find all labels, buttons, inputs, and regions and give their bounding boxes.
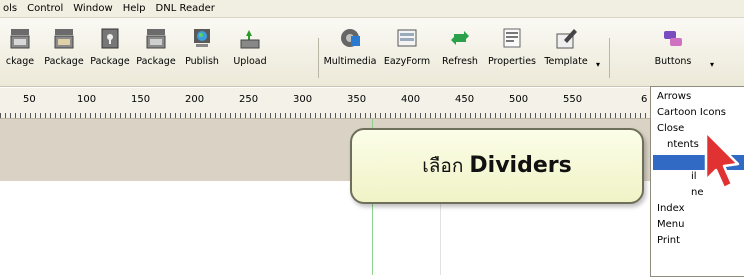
package-label: Package [136, 56, 176, 67]
upload-label: Upload [233, 56, 267, 67]
menu-item-index[interactable]: Index [657, 203, 685, 214]
package-button-2[interactable]: Package [44, 24, 84, 84]
ruler-label: 300 [293, 94, 313, 105]
menu-item-menu[interactable]: Menu [657, 219, 684, 230]
template-button[interactable]: Template [540, 24, 592, 84]
package-label: Package [44, 56, 84, 67]
package-button-4[interactable]: Package [136, 24, 176, 84]
properties-icon [500, 26, 524, 50]
menu-item-contents[interactable]: ntents [667, 139, 699, 150]
ruler-label: 250 [239, 94, 259, 105]
menu-dnl-reader[interactable]: DNL Reader [151, 0, 220, 17]
ruler-label: 450 [455, 94, 475, 105]
callout-bold-word: Dividers [469, 153, 572, 178]
publish-button[interactable]: Publish [180, 24, 224, 84]
refresh-icon [448, 26, 472, 50]
properties-label: Properties [487, 56, 536, 67]
menu-item-cartoon-icons[interactable]: Cartoon Icons [657, 107, 726, 118]
menu-item-close[interactable]: Close [657, 123, 684, 134]
callout-text: เลือก Dividers [422, 151, 571, 181]
toolbar-separator [318, 38, 319, 78]
upload-icon [238, 26, 262, 50]
ruler-label: 350 [347, 94, 367, 105]
menu-tools[interactable]: ols [0, 0, 22, 17]
package-label: ckage [5, 56, 35, 67]
template-label: Template [544, 56, 588, 67]
ruler-label: 400 [401, 94, 421, 105]
ruler-label: 500 [509, 94, 529, 105]
toolbar-separator [609, 38, 610, 78]
multimedia-icon [338, 26, 362, 50]
ruler-label: 100 [77, 94, 97, 105]
mouse-cursor-icon [704, 130, 740, 190]
publish-label: Publish [185, 56, 219, 67]
toolbar: ckage Package Package Package Publish Up… [0, 18, 744, 87]
menu-control[interactable]: Control [22, 0, 68, 17]
eazyform-button[interactable]: EazyForm [382, 24, 432, 84]
lock-package-icon [98, 26, 122, 50]
callout-prefix: เลือก [422, 155, 464, 177]
upload-button[interactable]: Upload [228, 24, 272, 84]
buttons-dropdown-arrow[interactable]: ▾ [710, 60, 714, 69]
horizontal-ruler: 50 100 150 200 250 300 350 400 450 500 5… [0, 88, 655, 119]
refresh-label: Refresh [442, 56, 478, 67]
template-dropdown-arrow[interactable]: ▾ [596, 60, 600, 69]
menu-help[interactable]: Help [118, 0, 151, 17]
menu-item-partial-1[interactable]: il [691, 171, 697, 182]
multimedia-label: Multimedia [323, 56, 377, 67]
eazyform-label: EazyForm [383, 56, 431, 67]
package-icon [8, 26, 32, 50]
template-icon [554, 26, 578, 50]
multimedia-button[interactable]: Multimedia [322, 24, 378, 84]
menu-window[interactable]: Window [68, 0, 117, 17]
ruler-label: 200 [185, 94, 205, 105]
package-button-1[interactable]: ckage [0, 24, 40, 84]
ruler-label: 550 [563, 94, 583, 105]
package-icon [144, 26, 168, 50]
ruler-label: 150 [131, 94, 151, 105]
instruction-callout: เลือก Dividers [350, 128, 644, 204]
refresh-button[interactable]: Refresh [438, 24, 482, 84]
menu-item-arrows[interactable]: Arrows [657, 91, 691, 102]
form-icon [395, 26, 419, 50]
menu-bar: ols Control Window Help DNL Reader [0, 0, 744, 18]
package-icon [52, 26, 76, 50]
ruler-ticks [0, 108, 655, 118]
buttons-icon [661, 26, 685, 50]
package-button-3[interactable]: Package [90, 24, 130, 84]
ruler-label: 6 [641, 94, 648, 105]
buttons-label: Buttons [654, 56, 692, 67]
ruler-label: 50 [23, 94, 36, 105]
package-label: Package [90, 56, 130, 67]
menu-item-print[interactable]: Print [657, 235, 680, 246]
properties-button[interactable]: Properties [486, 24, 538, 84]
publish-icon [190, 26, 214, 50]
buttons-button[interactable]: Buttons [650, 24, 696, 84]
